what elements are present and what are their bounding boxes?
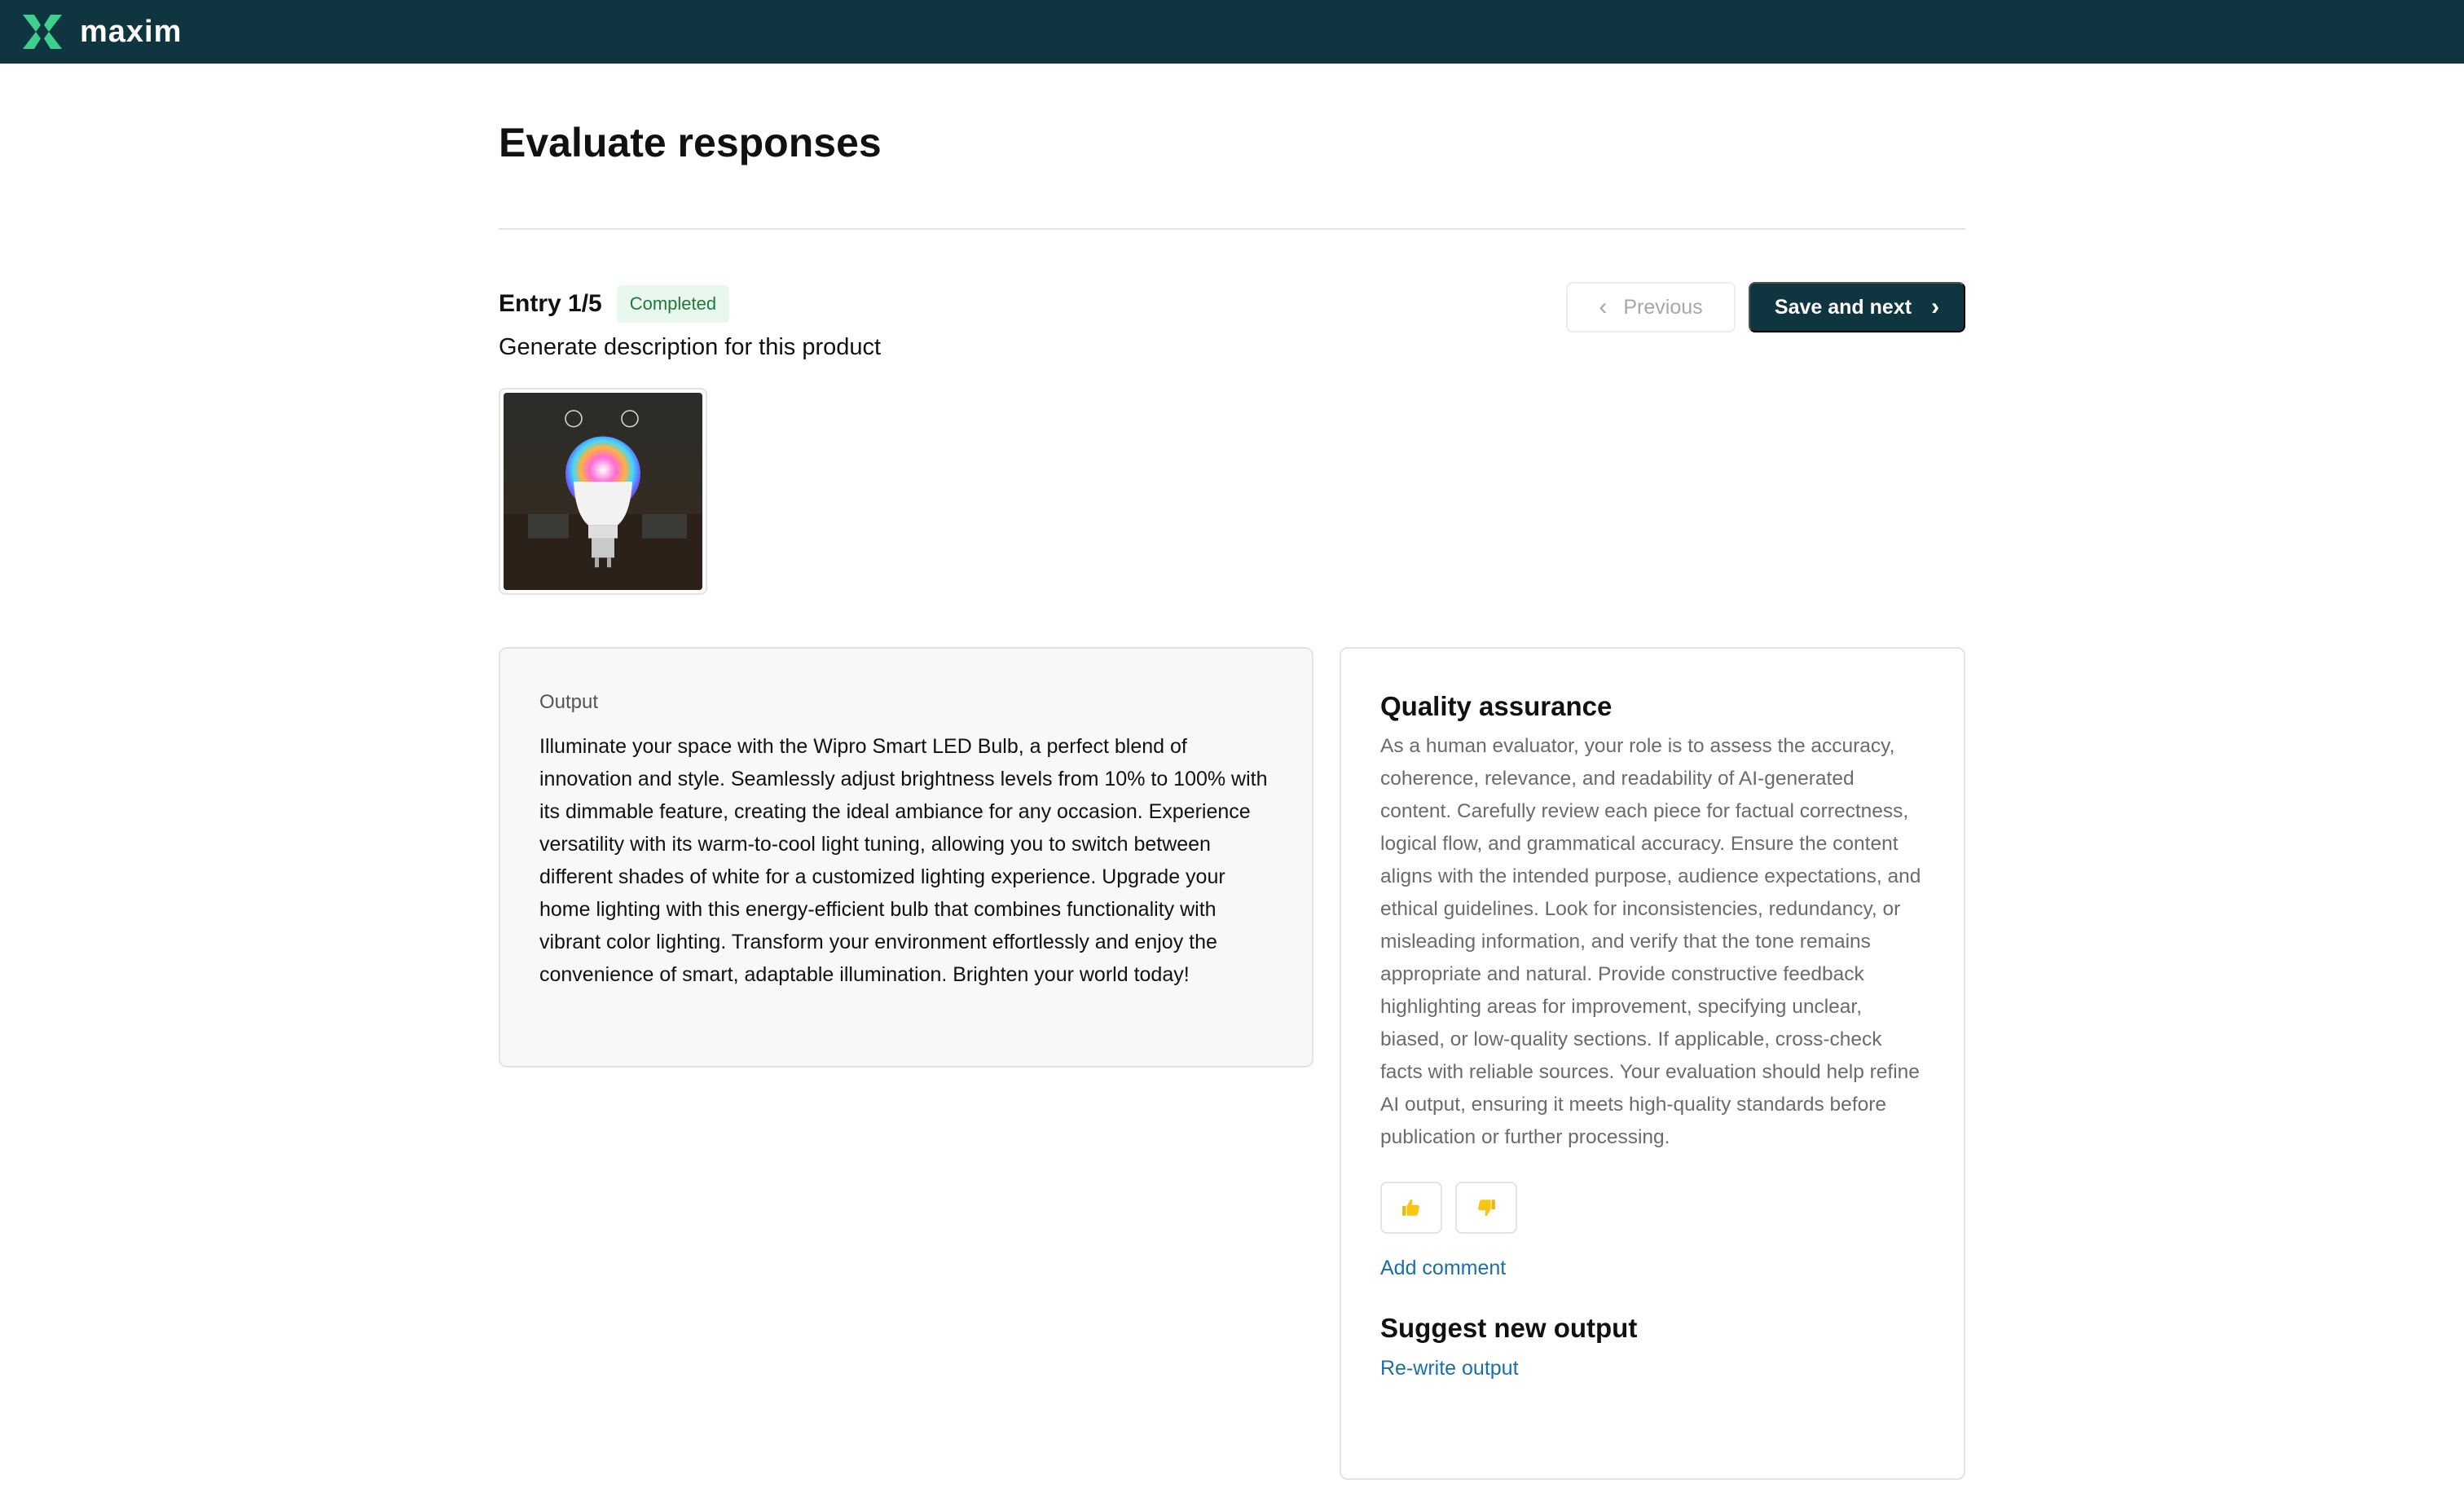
rewrite-output-link[interactable]: Re-write output <box>1380 1357 1925 1380</box>
chevron-left-icon: ‹ <box>1599 293 1608 320</box>
app-name: maxim <box>80 14 183 49</box>
maxim-logo[interactable]: maxim <box>20 11 182 52</box>
output-label: Output <box>539 691 599 713</box>
output-text: Illuminate your space with the Wipro Sma… <box>539 735 1268 986</box>
maxim-logo-icon <box>23 15 62 49</box>
title-divider <box>499 228 1965 230</box>
suggest-output-title: Suggest new output <box>1380 1313 1638 1343</box>
entry-prompt: Generate description for this product <box>499 334 882 360</box>
previous-button-label: Previous <box>1623 295 1703 319</box>
status-badge: Completed <box>616 285 730 323</box>
page-title: Evaluate responses <box>499 120 882 165</box>
entry-counter: Entry 1/5 <box>499 290 602 317</box>
product-image[interactable] <box>499 388 707 595</box>
thumbs-up-button[interactable] <box>1380 1182 1442 1234</box>
thumbs-up-icon <box>1402 1199 1419 1216</box>
chevron-right-icon: › <box>1931 293 1940 320</box>
top-navbar: maxim <box>0 0 2464 64</box>
thumbs-down-button[interactable] <box>1455 1182 1517 1234</box>
save-and-next-button[interactable]: Save and next › <box>1749 282 1965 332</box>
quality-assurance-panel: Quality assurance As a human evaluator, … <box>1340 647 1965 1480</box>
qa-instructions: As a human evaluator, your role is to as… <box>1380 735 1921 1148</box>
led-bulb-product-image <box>504 393 702 590</box>
previous-button[interactable]: ‹ Previous <box>1566 282 1736 332</box>
thumbs-down-icon <box>1478 1200 1495 1217</box>
qa-title: Quality assurance <box>1380 691 1613 721</box>
save-and-next-label: Save and next <box>1774 295 1912 319</box>
add-comment-link[interactable]: Add comment <box>1380 1257 1925 1280</box>
vote-buttons <box>1380 1182 1925 1234</box>
entry-header: Entry 1/5 Completed <box>499 285 730 323</box>
output-panel: Output Illuminate your space with the Wi… <box>499 647 1313 1068</box>
